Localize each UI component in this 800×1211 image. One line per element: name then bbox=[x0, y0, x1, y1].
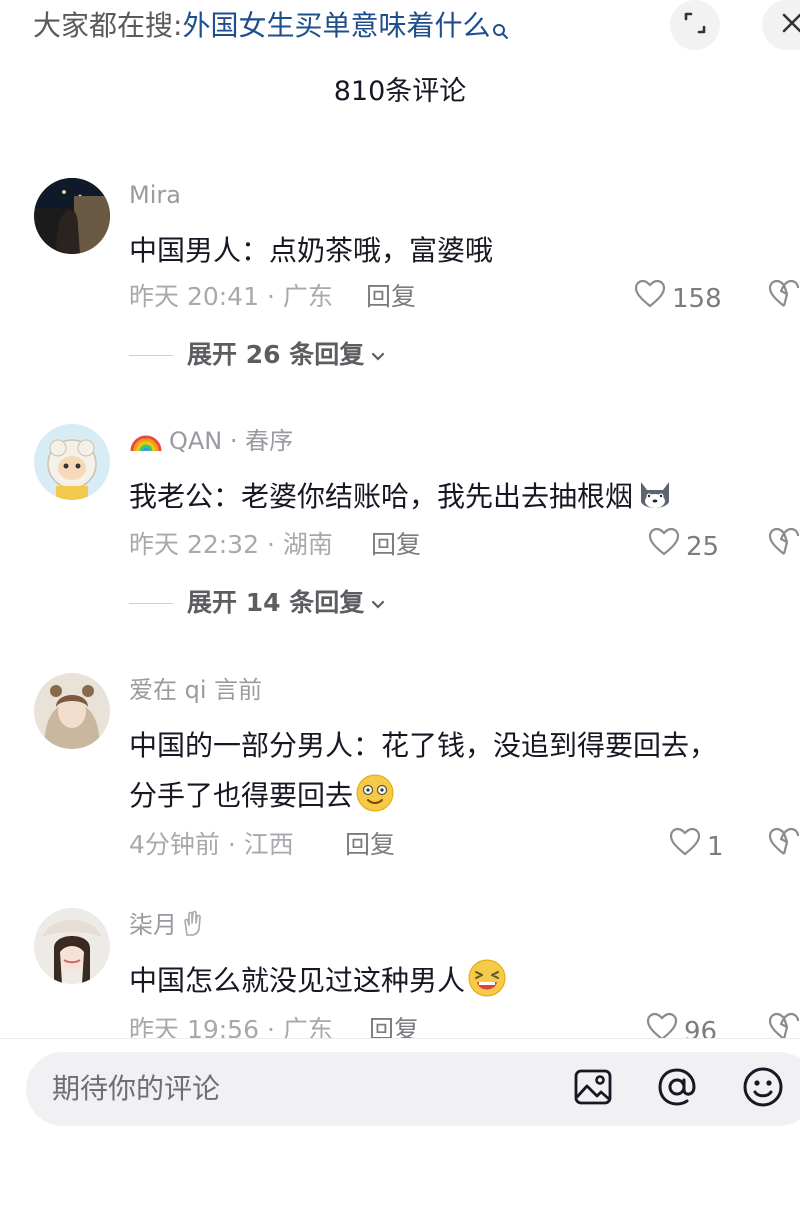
smiley-icon bbox=[742, 1066, 784, 1112]
comment-content: 中国怎么就没见过这种男人 bbox=[129, 956, 779, 1006]
image-icon bbox=[573, 1067, 613, 1111]
expand-replies-label: 展开 14 条回复 bbox=[187, 588, 365, 617]
comment-input[interactable]: 期待你的评论 bbox=[52, 1069, 220, 1109]
avatar[interactable] bbox=[34, 178, 110, 254]
search-suggestion-prefix: 大家都在搜: bbox=[33, 9, 183, 42]
close-icon bbox=[779, 10, 800, 40]
comment-username[interactable]: Mira bbox=[129, 178, 181, 212]
dazed-smile-emoji-icon bbox=[355, 773, 395, 813]
comment-username-text: QAN · 春序 bbox=[169, 427, 294, 455]
expand-replies-button[interactable]: 展开 14 条回复 bbox=[129, 585, 386, 621]
divider bbox=[129, 602, 173, 604]
close-button[interactable] bbox=[762, 0, 800, 50]
emoji-button[interactable] bbox=[740, 1066, 786, 1112]
like-button[interactable]: 96 bbox=[646, 1012, 717, 1038]
dislike-button[interactable] bbox=[768, 1012, 800, 1038]
rainbow-icon bbox=[129, 427, 163, 462]
chevron-down-icon bbox=[370, 337, 386, 373]
dislike-button[interactable] bbox=[768, 279, 800, 315]
comment-username-text: 柒月 bbox=[129, 911, 177, 939]
search-suggestion-term[interactable]: 外国女生买单意味着什么 bbox=[182, 9, 490, 42]
comment-content-text: 我老公：老婆你结账哈，我先出去抽根烟 bbox=[129, 480, 634, 513]
expand-replies-label: 展开 26 条回复 bbox=[187, 340, 365, 369]
broken-heart-icon bbox=[768, 1012, 800, 1038]
avatar[interactable] bbox=[34, 424, 110, 500]
comment-item: 柒月 中国怎么就没见过这种男人 昨天 19:56 · 广东 回复 96 bbox=[0, 908, 800, 1038]
search-icon bbox=[492, 12, 510, 52]
search-suggestion[interactable]: 大家都在搜:外国女生买单意味着什么 bbox=[33, 6, 510, 52]
heart-icon bbox=[669, 827, 701, 867]
laughing-emoji-icon bbox=[467, 958, 507, 998]
husky-emoji-icon bbox=[635, 474, 675, 514]
broken-heart-icon bbox=[768, 827, 800, 861]
reply-button[interactable]: 回复 bbox=[366, 279, 416, 315]
reply-button[interactable]: 回复 bbox=[369, 1012, 419, 1038]
broken-heart-icon bbox=[768, 279, 800, 313]
comment-content: 我老公：老婆你结账哈，我先出去抽根烟 bbox=[129, 472, 779, 522]
like-button[interactable]: 158 bbox=[634, 279, 722, 319]
like-count: 158 bbox=[672, 284, 722, 314]
dislike-button[interactable] bbox=[768, 527, 800, 563]
expand-replies-button[interactable]: 展开 26 条回复 bbox=[129, 337, 386, 373]
avatar[interactable] bbox=[34, 908, 110, 984]
comment-item: QAN · 春序 我老公：老婆你结账哈，我先出去抽根烟 昨天 22:32 · 湖… bbox=[0, 424, 800, 624]
comment-time-location: 4分钟前 · 江西 bbox=[129, 830, 294, 859]
comment-time-location: 昨天 22:32 · 湖南 bbox=[129, 530, 333, 559]
comment-time-location: 昨天 20:41 · 广东 bbox=[129, 282, 333, 311]
broken-heart-icon bbox=[768, 527, 800, 561]
expand-button[interactable] bbox=[670, 0, 720, 50]
comment-content: 中国男人：点奶茶哦，富婆哦 bbox=[129, 234, 494, 267]
comment-input-bar[interactable]: 期待你的评论 bbox=[26, 1052, 800, 1126]
comment-content-line: 中国的一部分男人：花了钱，没追到得要回去， bbox=[129, 729, 718, 762]
comment-time-location: 昨天 19:56 · 广东 bbox=[129, 1015, 333, 1038]
heart-icon bbox=[648, 527, 680, 567]
dislike-button[interactable] bbox=[768, 827, 800, 863]
comment-content-text: 分手了也得要回去 bbox=[129, 779, 354, 812]
like-button[interactable]: 1 bbox=[669, 827, 724, 867]
comment-content-line: 分手了也得要回去 bbox=[129, 771, 779, 821]
at-icon bbox=[656, 1066, 698, 1112]
comment-username[interactable]: 柒月 bbox=[129, 908, 203, 946]
heart-icon bbox=[634, 279, 666, 319]
comment-content: 中国的一部分男人：花了钱，没追到得要回去， 分手了也得要回去 bbox=[129, 721, 779, 821]
reply-button[interactable]: 回复 bbox=[371, 527, 421, 563]
mention-button[interactable] bbox=[654, 1066, 700, 1112]
like-button[interactable]: 25 bbox=[648, 527, 719, 567]
image-button[interactable] bbox=[570, 1066, 616, 1112]
comment-content-text: 中国怎么就没见过这种男人 bbox=[129, 964, 466, 997]
heart-icon bbox=[646, 1012, 678, 1038]
reply-button[interactable]: 回复 bbox=[345, 827, 395, 863]
comment-item: 爱在 qi 言前 中国的一部分男人：花了钱，没追到得要回去， 分手了也得要回去 … bbox=[0, 673, 800, 873]
comment-username[interactable]: 爱在 qi 言前 bbox=[129, 673, 262, 707]
like-count: 25 bbox=[686, 532, 720, 562]
expand-icon bbox=[682, 10, 708, 40]
chevron-down-icon bbox=[370, 585, 386, 621]
like-count: 1 bbox=[707, 832, 724, 862]
divider bbox=[0, 1038, 800, 1039]
top-bar: 大家都在搜:外国女生买单意味着什么 bbox=[0, 0, 800, 60]
comment-count: 810条评论 bbox=[333, 76, 467, 107]
avatar[interactable] bbox=[34, 673, 110, 749]
divider bbox=[129, 354, 173, 356]
comment-username[interactable]: QAN · 春序 bbox=[129, 424, 293, 462]
comment-item: Mira 中国男人：点奶茶哦，富婆哦 昨天 20:41 · 广东 回复 158 … bbox=[0, 178, 800, 378]
like-count: 96 bbox=[684, 1017, 718, 1038]
raised-hand-icon bbox=[181, 909, 203, 946]
